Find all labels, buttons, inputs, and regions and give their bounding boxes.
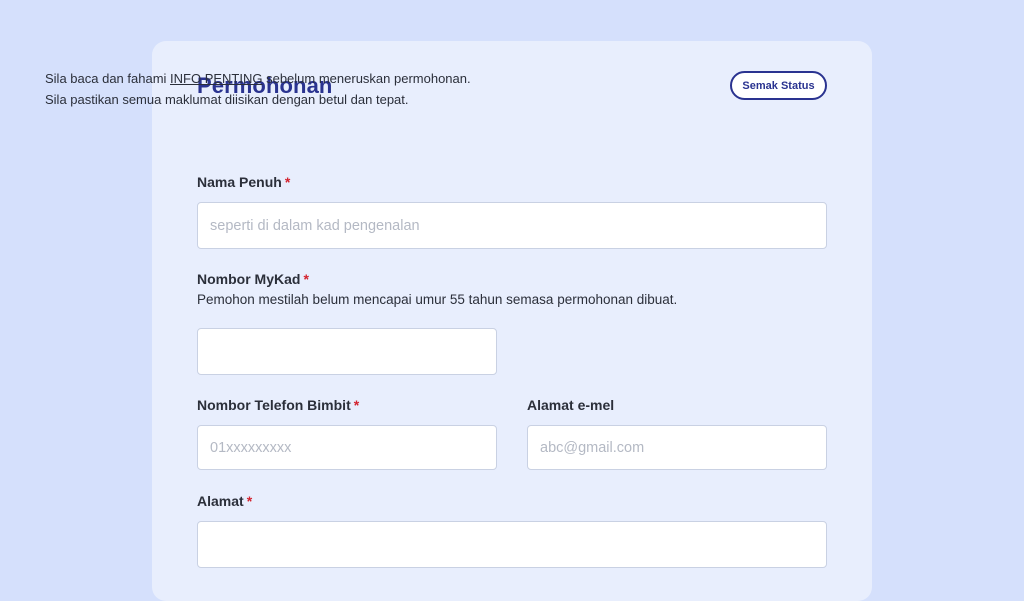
required-asterisk: * bbox=[303, 271, 309, 287]
mykad-label: Nombor MyKad * bbox=[197, 271, 309, 287]
email-label: Alamat e-mel bbox=[527, 397, 614, 413]
full-name-input[interactable] bbox=[197, 202, 827, 249]
mykad-label-text: Nombor MyKad bbox=[197, 271, 301, 287]
info-penting-link[interactable]: INFO PENTING bbox=[170, 71, 262, 86]
phone-label: Nombor Telefon Bimbit * bbox=[197, 397, 359, 413]
mykad-hint: Pemohon mestilah belum mencapai umur 55 … bbox=[197, 292, 678, 307]
address-input[interactable] bbox=[197, 521, 827, 568]
intro-text: Sila baca dan fahami INFO PENTING sebelu… bbox=[45, 68, 471, 110]
address-label: Alamat * bbox=[197, 493, 252, 509]
intro-line-1-post: sebelum meneruskan permohonan. bbox=[262, 71, 471, 86]
full-name-label: Nama Penuh * bbox=[197, 174, 290, 190]
check-status-button[interactable]: Semak Status bbox=[730, 71, 827, 100]
full-name-label-text: Nama Penuh bbox=[197, 174, 282, 190]
intro-line-1: Sila baca dan fahami INFO PENTING sebelu… bbox=[45, 68, 471, 89]
phone-label-text: Nombor Telefon Bimbit bbox=[197, 397, 351, 413]
email-input[interactable] bbox=[527, 425, 827, 470]
intro-line-1-pre: Sila baca dan fahami bbox=[45, 71, 171, 86]
application-form-card: Permohonan Semak Status bbox=[152, 41, 872, 601]
required-asterisk: * bbox=[284, 174, 291, 190]
email-label-text: Alamat e-mel bbox=[527, 397, 615, 413]
required-asterisk: * bbox=[353, 397, 360, 413]
required-asterisk: * bbox=[246, 493, 253, 509]
mykad-input[interactable] bbox=[197, 328, 497, 375]
phone-input[interactable] bbox=[197, 425, 497, 470]
address-label-text: Alamat bbox=[197, 493, 244, 509]
intro-line-2: Sila pastikan semua maklumat diisikan de… bbox=[45, 92, 409, 107]
